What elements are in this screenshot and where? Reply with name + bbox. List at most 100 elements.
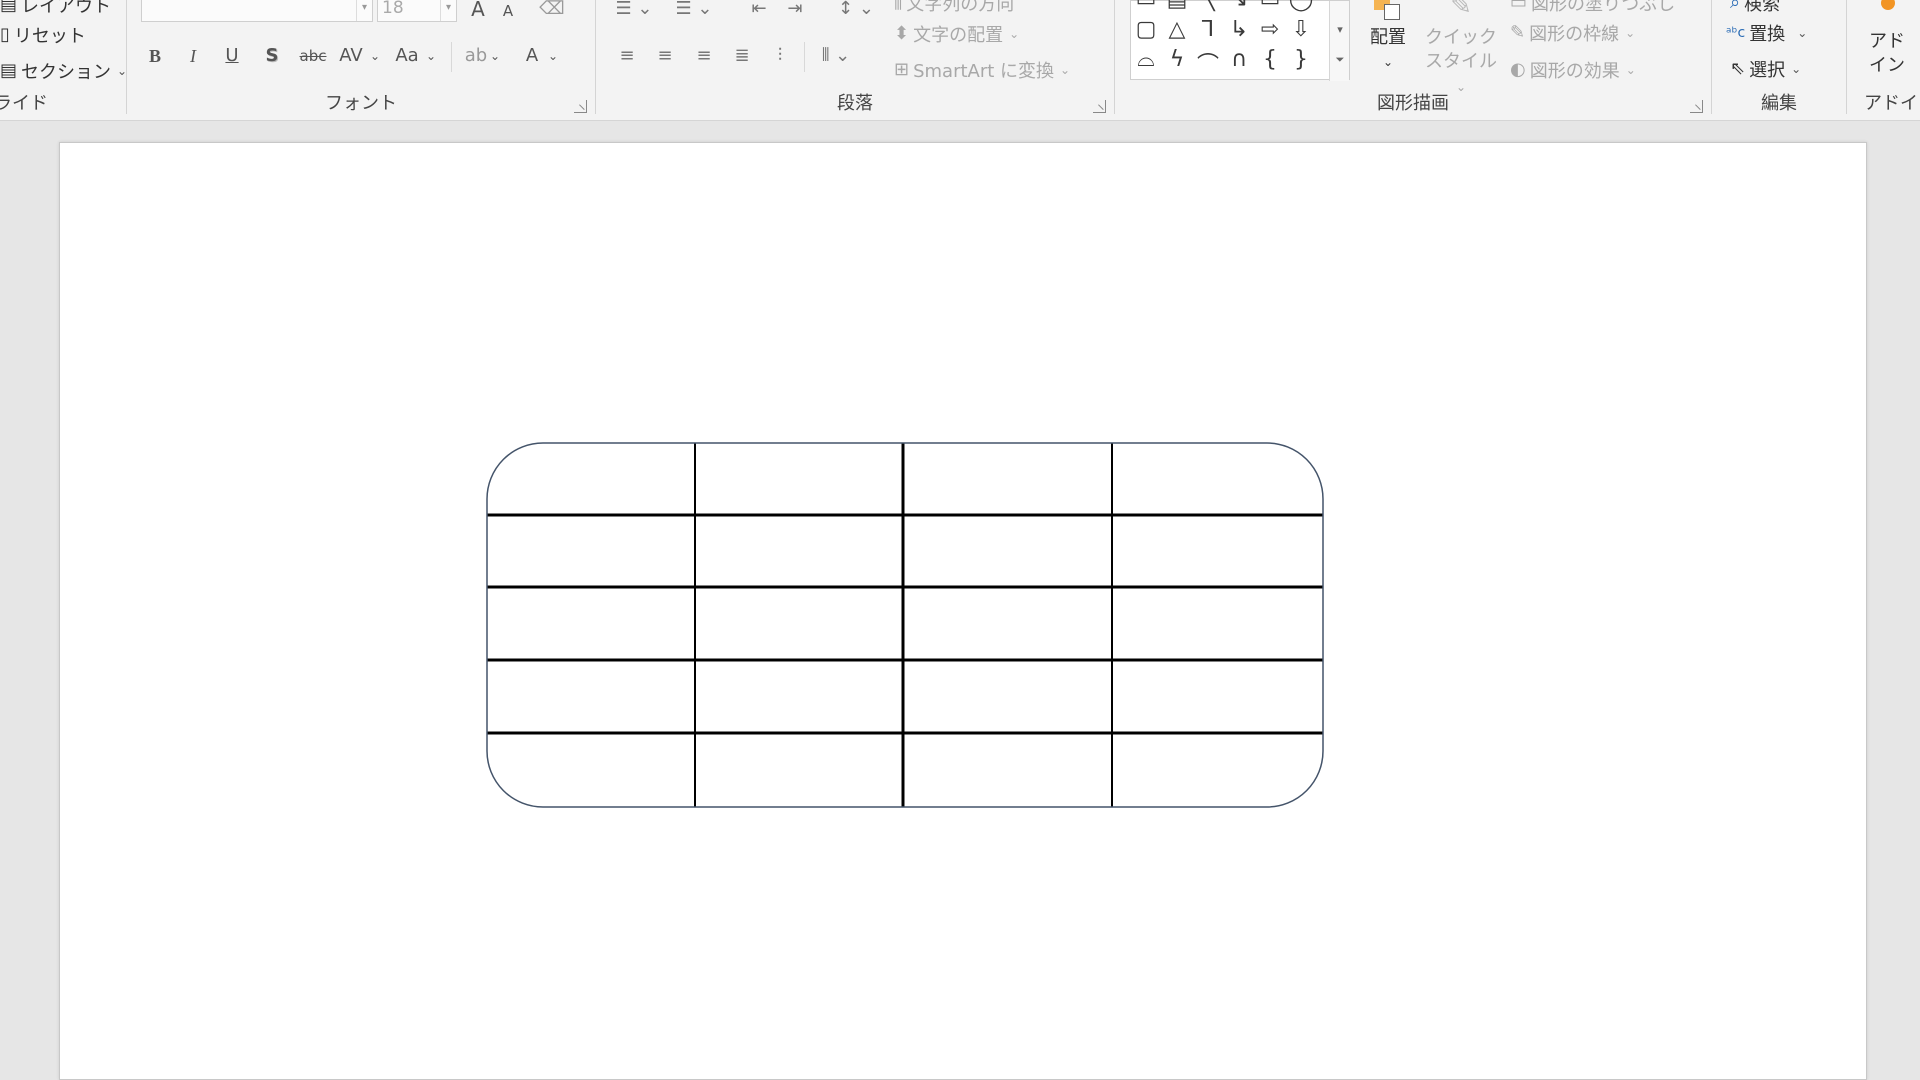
- line-shape-icon[interactable]: ╲: [1193, 0, 1223, 12]
- table-shape[interactable]: [486, 442, 1324, 808]
- smartart-label: SmartArt に変換: [913, 61, 1055, 82]
- shape-outline-label: 図形の枠線: [1529, 24, 1620, 45]
- font-name-combo[interactable]: ▾: [141, 0, 373, 22]
- line-spacing-icon[interactable]: ↕ ⌄: [834, 0, 878, 24]
- distributed-icon[interactable]: ⫶: [765, 41, 795, 71]
- paint-bucket-icon: ▭: [1510, 0, 1528, 13]
- gallery-scrollbar[interactable]: ▾ ⏷: [1329, 1, 1349, 81]
- columns-icon[interactable]: ⫴ ⌄: [814, 41, 858, 71]
- shapes-gallery[interactable]: ▭ ▤ ╲ ↘ ▭ ◯ ▢ △ ⅂ ↳ ⇨ ⇩ ⌓ ϟ ⌒ ∩ { } ▾ ⏷: [1130, 0, 1350, 81]
- quick-styles-label-1: クイック: [1425, 27, 1497, 48]
- right-arrow-shape-icon[interactable]: ⇨: [1255, 17, 1285, 42]
- increase-indent-icon[interactable]: ⇥: [780, 0, 810, 24]
- select-label: 選択: [1749, 60, 1786, 81]
- chevron-down-icon: ⌄: [1455, 80, 1467, 94]
- arrange-label: 配置: [1370, 27, 1406, 48]
- elbow-connector-shape-icon[interactable]: ⅂: [1193, 17, 1223, 42]
- bullets-icon[interactable]: ☰ ⌄: [612, 0, 656, 24]
- addins-group: アド イン アドイン: [1847, 0, 1920, 121]
- pen-icon: ✎: [1510, 22, 1526, 43]
- align-right-icon[interactable]: ≡: [689, 41, 719, 71]
- left-brace-shape-icon[interactable]: {: [1255, 47, 1285, 72]
- shape-fill-label: 図形の塗りつぶし: [1531, 0, 1676, 15]
- chevron-down-icon: ⌄: [1009, 27, 1020, 41]
- effects-icon: ◐: [1510, 59, 1526, 80]
- font-group: ▾ 18 ▾ A A ⌫ B I U S abc AV ⌄ Aa ⌄ ab ⌄ …: [127, 0, 595, 121]
- quick-styles-label-2: スタイル ⌄: [1418, 50, 1504, 99]
- table-graphic[interactable]: [486, 442, 1324, 808]
- curve-shape-icon[interactable]: ∩: [1224, 47, 1254, 72]
- drawing-dialog-launcher-icon[interactable]: [1690, 100, 1703, 113]
- reset-button[interactable]: ▯ リセット: [0, 22, 86, 48]
- rounded-rectangle-shape-icon[interactable]: ▢: [1131, 17, 1161, 42]
- addins-label-2: イン: [1869, 55, 1905, 76]
- shape-fill-button[interactable]: ▭ 図形の塗りつぶし: [1510, 0, 1675, 16]
- arrange-button[interactable]: 配置 ⌄: [1360, 0, 1416, 74]
- section-button[interactable]: ▤ セクション ⌄: [0, 58, 127, 84]
- rectangle-shape-icon[interactable]: ▭: [1131, 0, 1161, 12]
- char-spacing-button[interactable]: AV: [333, 41, 369, 71]
- smartart-button[interactable]: ⊞ SmartArt に変換 ⌄: [894, 57, 1070, 83]
- text-direction-button[interactable]: ⫼ 文字列の方向: [894, 0, 1014, 16]
- arc-shape-icon[interactable]: ⌒: [1193, 47, 1223, 79]
- elbow-arrow-shape-icon[interactable]: ↳: [1224, 17, 1254, 42]
- chevron-down-icon[interactable]: ⌄: [367, 41, 383, 71]
- oval-shape-icon[interactable]: ◯: [1286, 0, 1316, 12]
- addins-group-label: アドイン: [1864, 93, 1920, 114]
- clear-format-icon[interactable]: ⌫: [537, 0, 567, 24]
- addins-button[interactable]: アド イン: [1847, 0, 1920, 78]
- font-group-label: フォント: [325, 93, 397, 114]
- shape-outline-button[interactable]: ✎ 図形の枠線 ⌄: [1510, 20, 1635, 46]
- shape-effects-button[interactable]: ◐ 図形の効果 ⌄: [1510, 57, 1636, 83]
- align-text-button[interactable]: ⬍ 文字の配置 ⌄: [894, 21, 1019, 47]
- right-brace-shape-icon[interactable]: }: [1286, 47, 1316, 72]
- align-center-icon[interactable]: ≡: [650, 41, 680, 71]
- rectangle-shape-icon[interactable]: ▭: [1255, 0, 1285, 12]
- align-left-icon[interactable]: ≡: [612, 41, 642, 71]
- replace-button[interactable]: ᵃᵇc 置換 ⌄: [1726, 20, 1807, 46]
- strikethrough-button[interactable]: abc: [293, 41, 333, 71]
- layout-button[interactable]: ▤ レイアウト: [0, 0, 111, 18]
- paragraph-dialog-launcher-icon[interactable]: [1093, 100, 1106, 113]
- chevron-down-icon[interactable]: ▾: [356, 0, 372, 21]
- italic-button[interactable]: I: [178, 41, 208, 71]
- chevron-down-icon[interactable]: ▾: [440, 0, 456, 21]
- chevron-down-icon[interactable]: ⌄: [487, 41, 503, 71]
- gallery-expand-icon[interactable]: ⏷: [1330, 53, 1350, 67]
- down-arrow-shape-icon[interactable]: ⇩: [1286, 17, 1316, 42]
- separator: [804, 42, 805, 72]
- justify-icon[interactable]: ≣: [727, 41, 757, 71]
- chevron-down-icon[interactable]: ⌄: [423, 41, 439, 71]
- font-dialog-launcher-icon[interactable]: [574, 100, 587, 113]
- decrease-indent-icon[interactable]: ⇤: [744, 0, 774, 24]
- reset-label: リセット: [13, 26, 86, 47]
- font-color-button[interactable]: A: [517, 41, 547, 71]
- font-size-combo[interactable]: 18 ▾: [377, 0, 457, 22]
- addins-label-1: アド: [1869, 31, 1905, 52]
- slides-group-label: ライド: [0, 93, 48, 114]
- textbox-shape-icon[interactable]: ▤: [1162, 0, 1192, 12]
- arrow-line-shape-icon[interactable]: ↘: [1224, 0, 1254, 12]
- ribbon: ▤ レイアウト ▯ リセット ▤ セクション ⌄ ライド ▾ 18 ▾ A A …: [0, 0, 1920, 121]
- scroll-down-icon[interactable]: ▾: [1330, 23, 1350, 36]
- text-direction-label: 文字列の方向: [906, 0, 1015, 15]
- chevron-down-icon[interactable]: ⌄: [545, 41, 561, 71]
- shrink-font-button[interactable]: A: [493, 0, 523, 26]
- grow-font-button[interactable]: A: [463, 0, 493, 24]
- editing-group: ⌕ 検索 ᵃᵇc 置換 ⌄ ⇖ 選択 ⌄ 編集: [1712, 0, 1846, 121]
- scribble-shape-icon[interactable]: ϟ: [1162, 47, 1192, 72]
- arrange-icon: [1360, 0, 1416, 26]
- triangle-shape-icon[interactable]: △: [1162, 17, 1192, 42]
- slides-group: ▤ レイアウト ▯ リセット ▤ セクション ⌄ ライド: [0, 0, 127, 121]
- shadow-button[interactable]: S: [257, 41, 287, 71]
- select-button[interactable]: ⇖ 選択 ⌄: [1730, 56, 1801, 82]
- underline-button[interactable]: U: [217, 41, 247, 71]
- bold-button[interactable]: B: [140, 41, 170, 71]
- find-button[interactable]: ⌕ 検索: [1730, 0, 1780, 16]
- editing-group-label: 編集: [1761, 93, 1797, 114]
- quick-styles-button[interactable]: ✎ クイック スタイル ⌄: [1418, 0, 1504, 99]
- numbering-icon[interactable]: ☰ ⌄: [672, 0, 716, 24]
- freeform-shape-icon[interactable]: ⌓: [1131, 47, 1161, 72]
- change-case-button[interactable]: Aa: [389, 41, 425, 71]
- arrange-icon-front: [1384, 4, 1400, 20]
